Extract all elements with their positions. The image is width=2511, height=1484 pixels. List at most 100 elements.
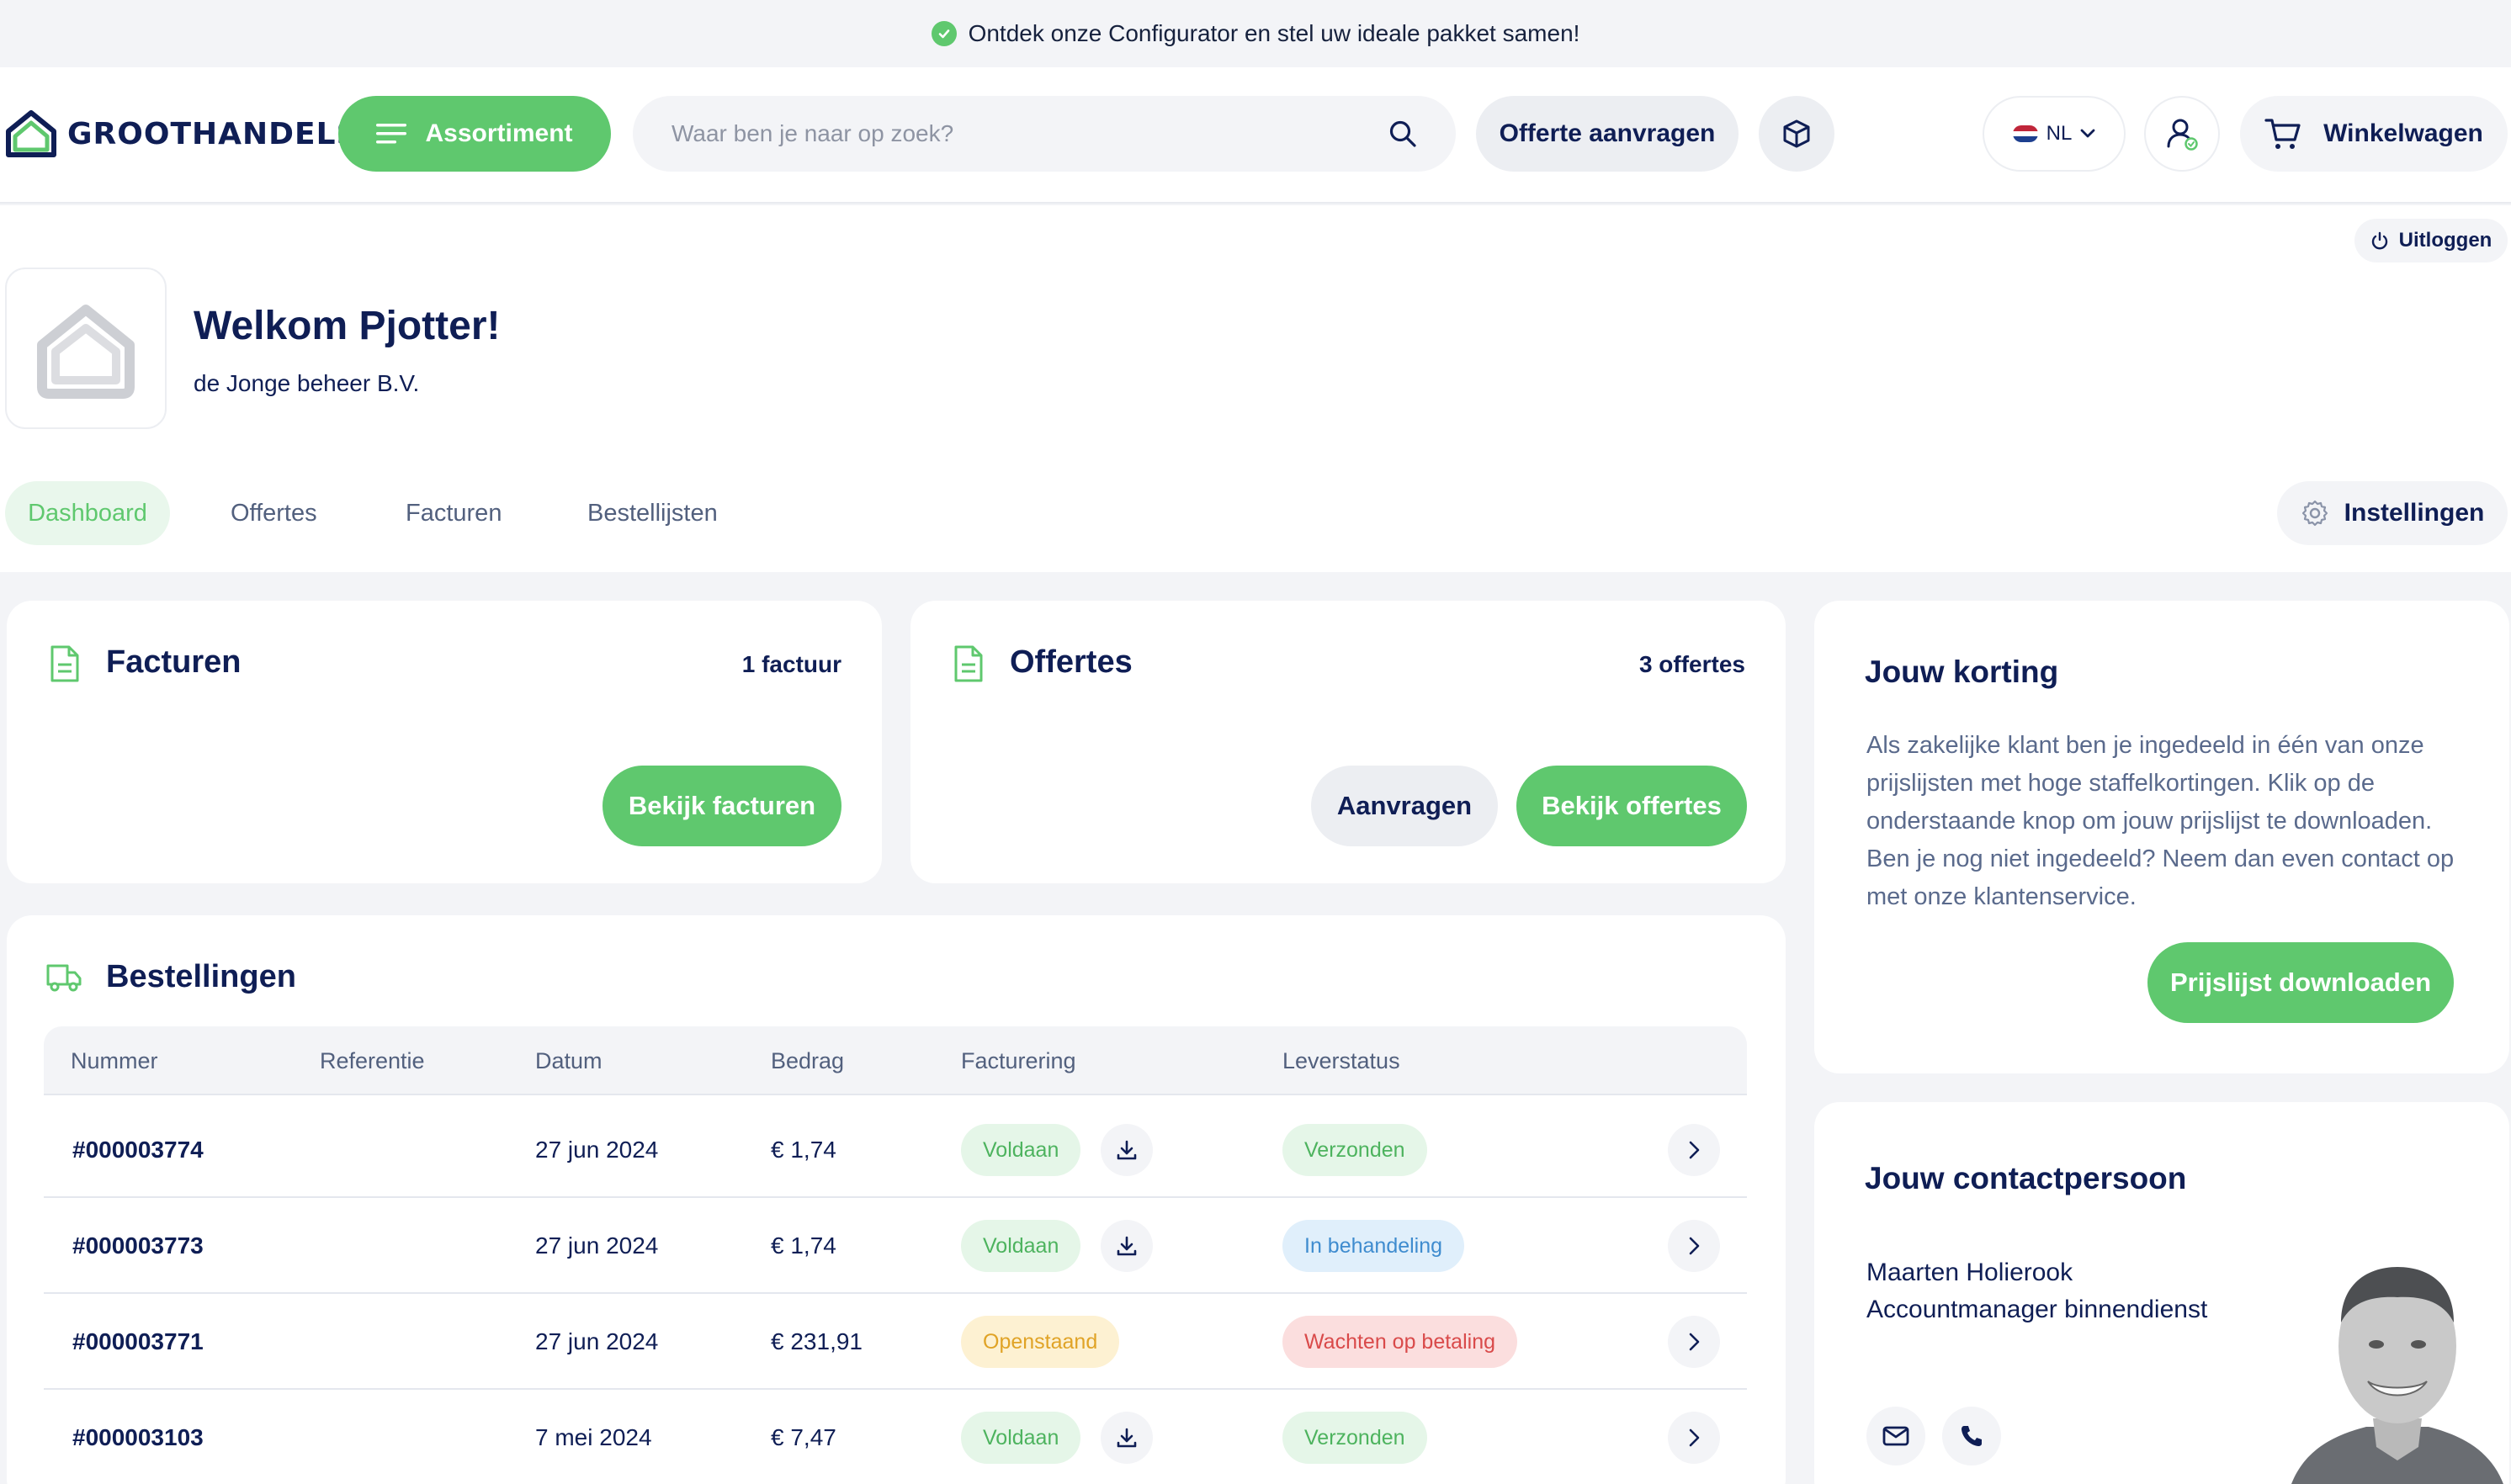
facturen-card: Facturen 1 factuur Bekijk facturen xyxy=(7,601,882,883)
order-number[interactable]: #000003103 xyxy=(72,1390,204,1484)
order-date: 27 jun 2024 xyxy=(535,1232,659,1259)
order-amount: € 7,47 xyxy=(771,1424,836,1450)
row-details-button[interactable] xyxy=(1668,1316,1720,1368)
settings-label: Instellingen xyxy=(2344,499,2485,527)
order-number[interactable]: #000003774 xyxy=(72,1102,204,1198)
placeholder-house-icon xyxy=(37,305,135,399)
download-icon xyxy=(1117,1236,1137,1256)
order-number[interactable]: #000003771 xyxy=(72,1294,204,1390)
order-amount: € 1,74 xyxy=(771,1137,836,1163)
chevron-right-icon xyxy=(1689,1237,1700,1255)
billing-status-badge: Voldaan xyxy=(961,1412,1081,1464)
search-input[interactable] xyxy=(672,120,1345,147)
language-label: NL xyxy=(2046,122,2073,145)
logout-label: Uitloggen xyxy=(2398,229,2492,252)
search-icon[interactable] xyxy=(1388,119,1417,148)
column-header-bedrag[interactable]: Bedrag xyxy=(771,1026,844,1095)
bestellingen-title: Bestellingen xyxy=(106,959,296,994)
phone-button[interactable] xyxy=(1942,1407,2001,1465)
offertes-card: Offertes 3 offertes Aanvragen Bekijk off… xyxy=(910,601,1786,883)
download-invoice-button[interactable] xyxy=(1101,1220,1153,1272)
welcome-heading: Welkom Pjotter! xyxy=(194,304,501,348)
row-details-button[interactable] xyxy=(1668,1124,1720,1176)
company-avatar xyxy=(5,268,167,429)
gear-icon xyxy=(2301,500,2328,527)
search-bar xyxy=(633,96,1456,172)
aanvragen-button[interactable]: Aanvragen xyxy=(1311,766,1498,846)
download-invoice-button[interactable] xyxy=(1101,1412,1153,1464)
document-icon xyxy=(954,645,983,682)
row-details-button[interactable] xyxy=(1668,1220,1720,1272)
chevron-right-icon xyxy=(1689,1428,1700,1447)
settings-button[interactable]: Instellingen xyxy=(2277,481,2508,545)
table-row[interactable]: #000003771 27 jun 2024 € 231,91 Openstaa… xyxy=(44,1294,1747,1390)
tab-facturen[interactable]: Facturen xyxy=(406,481,502,545)
cart-icon xyxy=(2264,119,2301,149)
column-header-nummer[interactable]: Nummer xyxy=(71,1026,158,1095)
download-icon xyxy=(1117,1140,1137,1160)
logo-house-icon xyxy=(6,110,56,157)
netherlands-flag-icon xyxy=(2012,125,2038,142)
delivery-status-badge: Wachten op betaling xyxy=(1282,1316,1518,1368)
offerte-aanvragen-button[interactable]: Offerte aanvragen xyxy=(1476,96,1739,172)
order-amount: € 231,91 xyxy=(771,1328,863,1354)
order-date: 27 jun 2024 xyxy=(535,1137,659,1163)
account-button[interactable] xyxy=(2144,96,2220,172)
prijslijst-downloaden-button[interactable]: Prijslijst downloaden xyxy=(2147,942,2454,1023)
configurator-button[interactable] xyxy=(1759,96,1834,172)
assortiment-button[interactable]: Assortiment xyxy=(338,96,611,172)
power-icon xyxy=(2371,231,2387,250)
facturen-title: Facturen xyxy=(106,644,242,680)
discount-card: Jouw korting Als zakelijke klant ben je … xyxy=(1814,601,2509,1073)
discount-text: Als zakelijke klant ben je ingedeeld in … xyxy=(1866,732,2455,910)
tab-dashboard[interactable]: Dashboard xyxy=(5,481,170,545)
language-selector[interactable]: NL xyxy=(1983,96,2126,172)
site-header: GROOTHANDELSOLAR Assortiment Offerte aan… xyxy=(0,67,2511,204)
offertes-count: 3 offertes xyxy=(1638,651,1745,677)
assortiment-label: Assortiment xyxy=(425,119,573,147)
column-header-datum[interactable]: Datum xyxy=(535,1026,603,1095)
table-row[interactable]: #000003103 7 mei 2024 € 7,47 Voldaan Ver… xyxy=(44,1390,1747,1484)
delivery-status-badge: Verzonden xyxy=(1282,1412,1427,1464)
email-button[interactable] xyxy=(1866,1407,1925,1465)
contact-title: Jouw contactpersoon xyxy=(1865,1161,2187,1195)
column-header-referentie[interactable]: Referentie xyxy=(320,1026,425,1095)
tab-bestellijsten[interactable]: Bestellijsten xyxy=(587,481,718,545)
download-invoice-button[interactable] xyxy=(1101,1124,1153,1176)
cart-label: Winkelwagen xyxy=(2323,119,2483,147)
contact-name: Maarten Holierook xyxy=(1866,1259,2073,1286)
profile-section: Uitloggen Welkom Pjotter! de Jonge behee… xyxy=(0,205,2511,572)
mail-icon xyxy=(1882,1426,1909,1446)
delivery-status-badge: In behandeling xyxy=(1282,1220,1465,1272)
orders-table-header: Nummer Referentie Datum Bedrag Factureri… xyxy=(44,1026,1747,1095)
chevron-right-icon xyxy=(1689,1333,1700,1351)
discount-title: Jouw korting xyxy=(1865,655,2059,689)
menu-icon xyxy=(376,124,407,144)
order-number[interactable]: #000003773 xyxy=(72,1198,204,1294)
tab-offertes[interactable]: Offertes xyxy=(231,481,317,545)
bekijk-facturen-button[interactable]: Bekijk facturen xyxy=(603,766,841,846)
row-details-button[interactable] xyxy=(1668,1412,1720,1464)
table-row[interactable]: #000003774 27 jun 2024 € 1,74 Voldaan Ve… xyxy=(44,1102,1747,1198)
company-name: de Jonge beheer B.V. xyxy=(194,370,420,396)
billing-status-badge: Voldaan xyxy=(961,1220,1081,1272)
promo-banner[interactable]: Ontdek onze Configurator en stel uw idea… xyxy=(0,0,2511,67)
column-header-leverstatus[interactable]: Leverstatus xyxy=(1282,1026,1400,1095)
offertes-title: Offertes xyxy=(1010,644,1133,680)
order-date: 7 mei 2024 xyxy=(535,1424,652,1450)
column-header-facturering[interactable]: Facturering xyxy=(961,1026,1076,1095)
truck-icon xyxy=(46,964,82,992)
logout-button[interactable]: Uitloggen xyxy=(2354,219,2508,262)
cart-button[interactable]: Winkelwagen xyxy=(2240,96,2508,172)
document-icon xyxy=(50,645,79,682)
banner-text: Ontdek onze Configurator en stel uw idea… xyxy=(968,20,1580,46)
chevron-right-icon xyxy=(1689,1141,1700,1159)
box-icon xyxy=(1783,119,1810,148)
chevron-down-icon xyxy=(2080,129,2095,138)
billing-status-badge: Openstaand xyxy=(961,1316,1120,1368)
contact-card: Jouw contactpersoon Maarten Holierook Ac… xyxy=(1814,1102,2509,1484)
check-circle-icon xyxy=(931,21,957,46)
table-row[interactable]: #000003773 27 jun 2024 € 1,74 Voldaan In… xyxy=(44,1198,1747,1294)
contact-role: Accountmanager binnendienst xyxy=(1866,1296,2208,1323)
bekijk-offertes-button[interactable]: Bekijk offertes xyxy=(1516,766,1747,846)
